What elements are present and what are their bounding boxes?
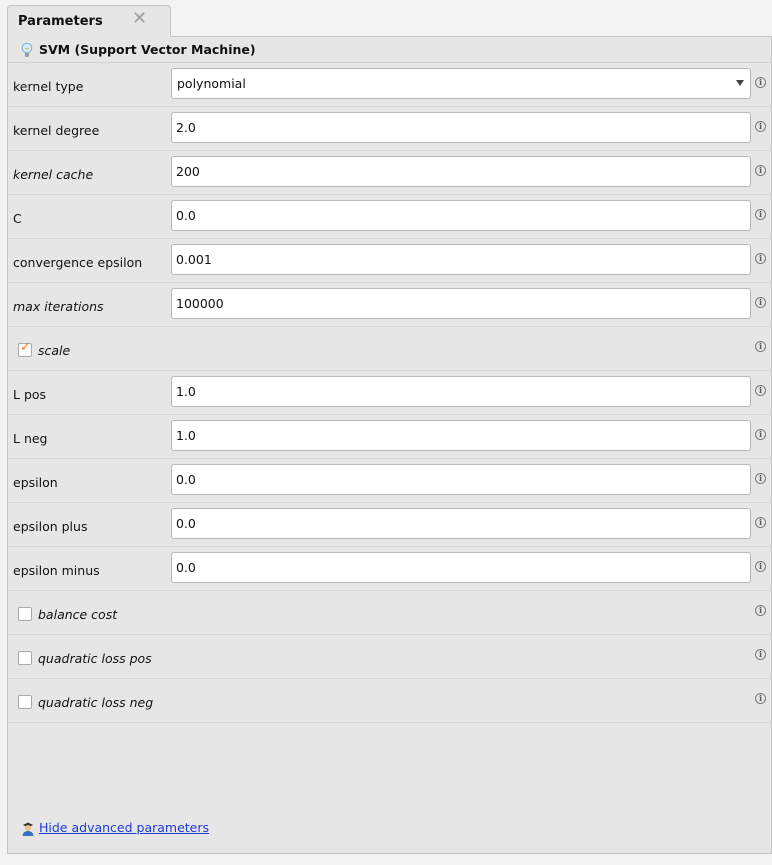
param-row-l-pos: L pos i [8,371,771,415]
param-row-kernel-cache: kernel cache i [8,151,771,195]
param-row-l-neg: L neg i [8,415,771,459]
info-icon[interactable]: i [755,429,766,440]
info-icon[interactable]: i [755,121,766,132]
info-icon[interactable]: i [755,561,766,572]
param-label: L pos [13,387,47,402]
checkmark-icon: ✓ [20,340,31,355]
info-icon[interactable]: i [755,473,766,484]
param-row-convergence-epsilon: convergence epsilon i [8,239,771,283]
param-row-scale: ✓ scale i [8,327,771,371]
kernel-degree-field[interactable] [171,112,751,143]
checkbox-label: balance cost [38,607,118,622]
param-row-epsilon-plus: epsilon plus i [8,503,771,547]
info-icon[interactable]: i [755,649,766,660]
scale-checkbox[interactable]: ✓ [18,340,32,357]
info-icon[interactable]: i [755,209,766,220]
balance-cost-checkbox[interactable] [18,607,32,621]
param-label: epsilon [13,475,58,490]
close-icon[interactable]: ✕ [132,10,147,28]
param-row-quadratic-loss-neg: quadratic loss neg i [8,679,771,723]
checkbox-label: quadratic loss pos [38,651,152,666]
param-label: L neg [13,431,48,446]
hide-advanced-parameters-link[interactable]: Hide advanced parameters [39,820,209,835]
l-neg-field[interactable] [171,420,751,451]
param-label: epsilon plus [13,519,88,534]
kernel-type-select[interactable]: polynomial [171,68,751,99]
param-row-quadratic-loss-pos: quadratic loss pos i [8,635,771,679]
param-row-epsilon-minus: epsilon minus i [8,547,771,591]
param-label: kernel type [13,79,84,94]
param-row-kernel-type: kernel type polynomial i [8,63,771,107]
epsilon-field[interactable] [171,464,751,495]
l-pos-field[interactable] [171,376,751,407]
info-icon[interactable]: i [755,253,766,264]
param-row-balance-cost: balance cost i [8,591,771,635]
parameters-panel: SVM (Support Vector Machine) kernel type… [7,36,772,854]
param-label: convergence epsilon [13,255,143,270]
parameters-tab[interactable]: Parameters ✕ [7,5,171,37]
kernel-cache-field[interactable] [171,156,751,187]
info-icon[interactable]: i [755,385,766,396]
param-label: kernel cache [13,167,94,182]
param-row-kernel-degree: kernel degree i [8,107,771,151]
param-row-max-iterations: max iterations i [8,283,771,327]
max-iterations-field[interactable] [171,288,751,319]
info-icon[interactable]: i [755,165,766,176]
convergence-epsilon-field[interactable] [171,244,751,275]
expert-user-icon [22,822,34,836]
param-label: epsilon minus [13,563,100,578]
info-icon[interactable]: i [755,341,766,352]
checkbox-label: scale [38,343,71,358]
info-icon[interactable]: i [755,77,766,88]
quadratic-loss-pos-checkbox[interactable] [18,651,32,665]
quadratic-loss-neg-checkbox[interactable] [18,695,32,709]
tab-title: Parameters [18,14,103,29]
epsilon-plus-field[interactable] [171,508,751,539]
checkbox-label: quadratic loss neg [38,695,154,710]
param-label: max iterations [13,299,104,314]
chevron-down-icon [736,80,744,86]
c-field[interactable] [171,200,751,231]
param-row-epsilon: epsilon i [8,459,771,503]
info-icon[interactable]: i [755,517,766,528]
info-icon[interactable]: i [755,605,766,616]
operator-header: SVM (Support Vector Machine) [8,37,771,63]
info-icon[interactable]: i [755,693,766,704]
info-icon[interactable]: i [755,297,766,308]
epsilon-minus-field[interactable] [171,552,751,583]
lightbulb-icon [21,42,33,57]
select-value: polynomial [177,76,246,91]
param-label: C [13,211,22,226]
param-label: kernel degree [13,123,100,138]
operator-title: SVM (Support Vector Machine) [39,42,256,57]
param-row-c: C i [8,195,771,239]
